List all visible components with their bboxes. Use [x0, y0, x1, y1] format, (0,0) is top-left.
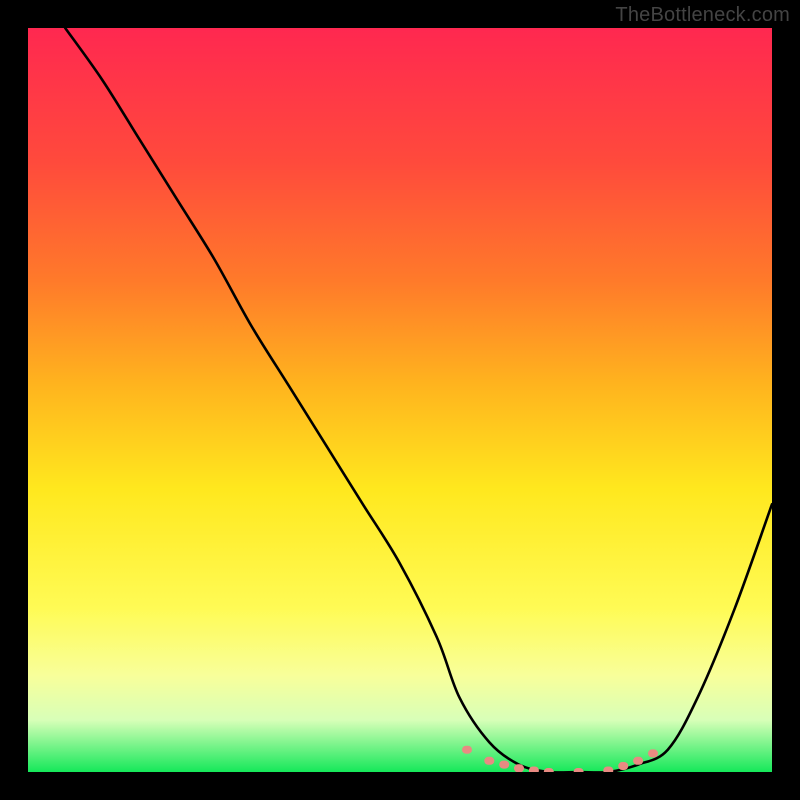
marker-dot — [618, 762, 628, 770]
marker-dot — [544, 768, 554, 772]
marker-dot — [633, 757, 643, 765]
marker-dot — [514, 764, 524, 772]
marker-dot — [603, 767, 613, 773]
bottleneck-curve — [65, 28, 772, 772]
curve-layer — [28, 28, 772, 772]
chart-frame: TheBottleneck.com — [0, 0, 800, 800]
marker-dot — [499, 761, 509, 769]
plot-area — [28, 28, 772, 772]
marker-dot — [484, 757, 494, 765]
marker-dot — [574, 768, 584, 772]
marker-dot — [462, 746, 472, 754]
marker-dot — [648, 749, 658, 757]
watermark-label: TheBottleneck.com — [615, 4, 790, 27]
